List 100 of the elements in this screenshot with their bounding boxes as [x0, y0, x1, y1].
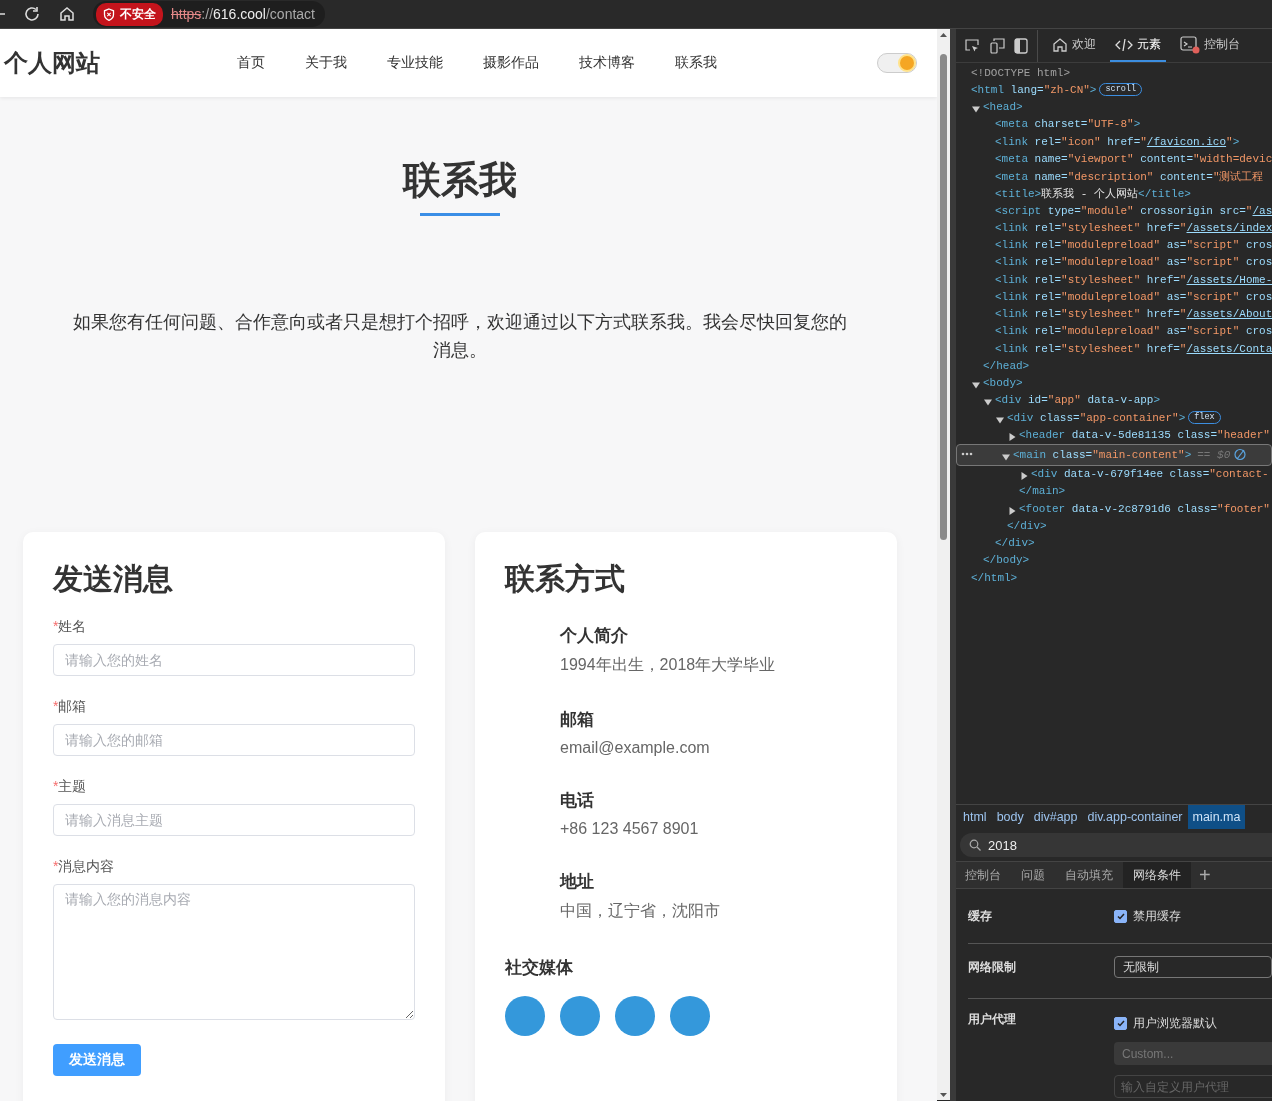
code-line[interactable]: <link rel="stylesheet" href="/assets/About — [956, 305, 1272, 323]
site-logo[interactable]: 个人网站 — [4, 47, 237, 79]
code-text: <meta name="viewport" content="width=devic — [995, 152, 1272, 165]
search-icon — [969, 839, 981, 851]
home-icon — [1052, 36, 1068, 53]
throttling-dropdown[interactable]: 无限制 — [1114, 956, 1272, 978]
nav-link[interactable]: 联系我 — [675, 54, 717, 72]
breadcrumb[interactable]: body — [991, 805, 1029, 829]
devtools-tab[interactable]: 控制台 — [1175, 29, 1245, 62]
console-icon — [1180, 35, 1200, 54]
code-line[interactable]: <link rel="icon" href="/favicon.ico"> — [956, 133, 1272, 151]
devtools-tab[interactable]: 元素 — [1110, 29, 1166, 62]
add-tab-button[interactable]: + — [1191, 862, 1219, 888]
code-text: <!DOCTYPE html> — [971, 66, 1071, 79]
code-line[interactable]: <link rel="stylesheet" href="/assets/Home- — [956, 271, 1272, 289]
nav-link[interactable]: 首页 — [237, 54, 265, 72]
checkbox-label[interactable]: 用户浏览器默认 — [1133, 1015, 1217, 1032]
code-text: </div> — [1007, 519, 1047, 532]
social-link[interactable] — [670, 996, 710, 1036]
code-line[interactable]: <link rel="modulepreload" as="script" cros — [956, 236, 1272, 254]
breadcrumb[interactable]: div.app-container — [1082, 805, 1188, 829]
collapse-arrow-icon[interactable] — [996, 415, 1004, 424]
nav-link[interactable]: 摄影作品 — [483, 54, 539, 72]
setting-label: 用户代理 — [968, 1011, 1017, 1028]
code-line[interactable]: <head> — [956, 98, 1272, 116]
code-text: </main> — [1019, 485, 1066, 498]
code-text: </body> — [983, 554, 1030, 567]
code-text: <html lang="zh-CN"> — [971, 83, 1097, 96]
code-line[interactable]: <link rel="modulepreload" as="script" cros — [956, 288, 1272, 306]
code-line[interactable]: <footer data-v-2c8791d6 class="footer" — [956, 500, 1272, 518]
code-text: <head> — [983, 101, 1023, 114]
code-line[interactable]: <link rel="modulepreload" as="script" cros — [956, 322, 1272, 340]
checkbox[interactable] — [1114, 1017, 1127, 1030]
collapse-arrow-icon[interactable] — [972, 105, 980, 114]
drawer-tab[interactable]: 控制台 — [956, 862, 1011, 888]
device-icon[interactable] — [989, 37, 1005, 54]
security-badge[interactable]: 不安全 — [96, 2, 163, 26]
code-line[interactable]: <!DOCTYPE html> — [956, 64, 1272, 82]
collapse-arrow-icon[interactable] — [1002, 452, 1010, 461]
info-value: +86 123 4567 8901 — [560, 820, 700, 838]
code-text: </head> — [983, 359, 1030, 372]
drawer-tab[interactable]: 自动填充 — [1055, 862, 1123, 888]
code-line[interactable]: <meta name="viewport" content="width=devic — [956, 150, 1272, 168]
code-text: <link rel="modulepreload" as="script" cros — [995, 239, 1272, 252]
code-text: <link rel="modulepreload" as="script" cros — [995, 256, 1272, 269]
code-text: <div data-v-679f14ee class="contact- — [1031, 468, 1269, 481]
code-line[interactable]: <script type="module" crossorigin src="/as — [956, 202, 1272, 220]
field-label: *姓名 — [53, 618, 88, 636]
more-icon[interactable] — [961, 451, 973, 456]
reload-icon[interactable] — [23, 5, 41, 23]
checkbox-label[interactable]: 禁用缓存 — [1133, 907, 1181, 925]
code-line[interactable]: <html lang="zh-CN"> scroll — [956, 81, 1272, 99]
nav-link[interactable]: 关于我 — [305, 54, 347, 72]
search-field[interactable]: 2018 — [960, 833, 1272, 857]
info-title: 地址 — [560, 871, 595, 893]
breadcrumb[interactable]: html — [956, 805, 992, 829]
scrollbar[interactable] — [937, 29, 950, 1100]
code-text: <footer data-v-2c8791d6 class="footer" — [1019, 502, 1270, 515]
info-value: 中国，辽宁省，沈阳市 — [560, 901, 721, 921]
code-line[interactable]: <meta charset="UTF-8"> — [956, 115, 1272, 133]
social-link[interactable] — [615, 996, 655, 1036]
devtools-tab[interactable]: 欢迎 — [1047, 29, 1101, 62]
breadcrumb[interactable]: main.ma — [1187, 805, 1246, 829]
code-line[interactable]: <link rel="stylesheet" href="/assets/Conta — [956, 340, 1272, 358]
info-value: 1994年出生，2018年大学毕业 — [560, 655, 777, 675]
drawer-tab[interactable]: 网络条件 — [1123, 862, 1191, 888]
nav-link[interactable]: 专业技能 — [387, 54, 443, 72]
code-text: <link rel="modulepreload" as="script" cros — [995, 290, 1272, 303]
code-line[interactable]: <title>联系我 - 个人网站</title> — [956, 184, 1272, 202]
social-link[interactable] — [505, 996, 545, 1036]
checkbox[interactable] — [1114, 909, 1127, 923]
code-line[interactable]: <header data-v-5de81135 class="header" — [956, 426, 1272, 444]
code-line[interactable]: <link rel="modulepreload" as="script" cros — [956, 253, 1272, 271]
nav-link[interactable]: 技术博客 — [579, 54, 635, 72]
expand-arrow-icon[interactable] — [1020, 472, 1028, 481]
dock-icon[interactable] — [1014, 37, 1028, 54]
shield-icon — [103, 7, 115, 21]
code-line[interactable]: <meta name="description" content="测试工程 — [956, 167, 1272, 185]
expand-arrow-icon[interactable] — [1008, 506, 1016, 515]
drawer-tab[interactable]: 问题 — [1011, 862, 1055, 888]
code-line[interactable]: <body> — [956, 374, 1272, 392]
message-field[interactable]: 请输入您的消息内容 — [53, 884, 415, 1020]
code-line[interactable]: <div class="app-container"> flex — [956, 409, 1272, 427]
social-link[interactable] — [560, 996, 600, 1036]
collapse-arrow-icon[interactable] — [984, 398, 992, 407]
card-title: 联系方式 — [505, 561, 626, 597]
breadcrumb[interactable]: div#app — [1028, 805, 1083, 829]
intro-text: 如果您有任何问题、合作意向或者只是想打个招呼，欢迎通过以下方式联系我。我会尽快回复您的消息。 — [72, 311, 848, 362]
code-line[interactable]: <div data-v-679f14ee class="contact- — [956, 465, 1272, 483]
code-line[interactable]: <div id="app" data-v-app> — [956, 391, 1272, 409]
code-line[interactable]: <link rel="stylesheet" href="/assets/index — [956, 219, 1272, 237]
theme-toggle[interactable] — [877, 53, 917, 73]
expand-arrow-icon[interactable] — [1008, 432, 1016, 441]
code-text: </div> — [995, 537, 1035, 550]
inspect-icon[interactable] — [964, 37, 980, 54]
url-text[interactable]: https://616.cool/contact — [171, 6, 315, 22]
home-icon[interactable] — [58, 5, 76, 23]
collapse-arrow-icon[interactable] — [972, 381, 980, 390]
code-text: <div id="app" data-v-app> — [995, 394, 1161, 407]
code-text: </html> — [971, 571, 1018, 584]
